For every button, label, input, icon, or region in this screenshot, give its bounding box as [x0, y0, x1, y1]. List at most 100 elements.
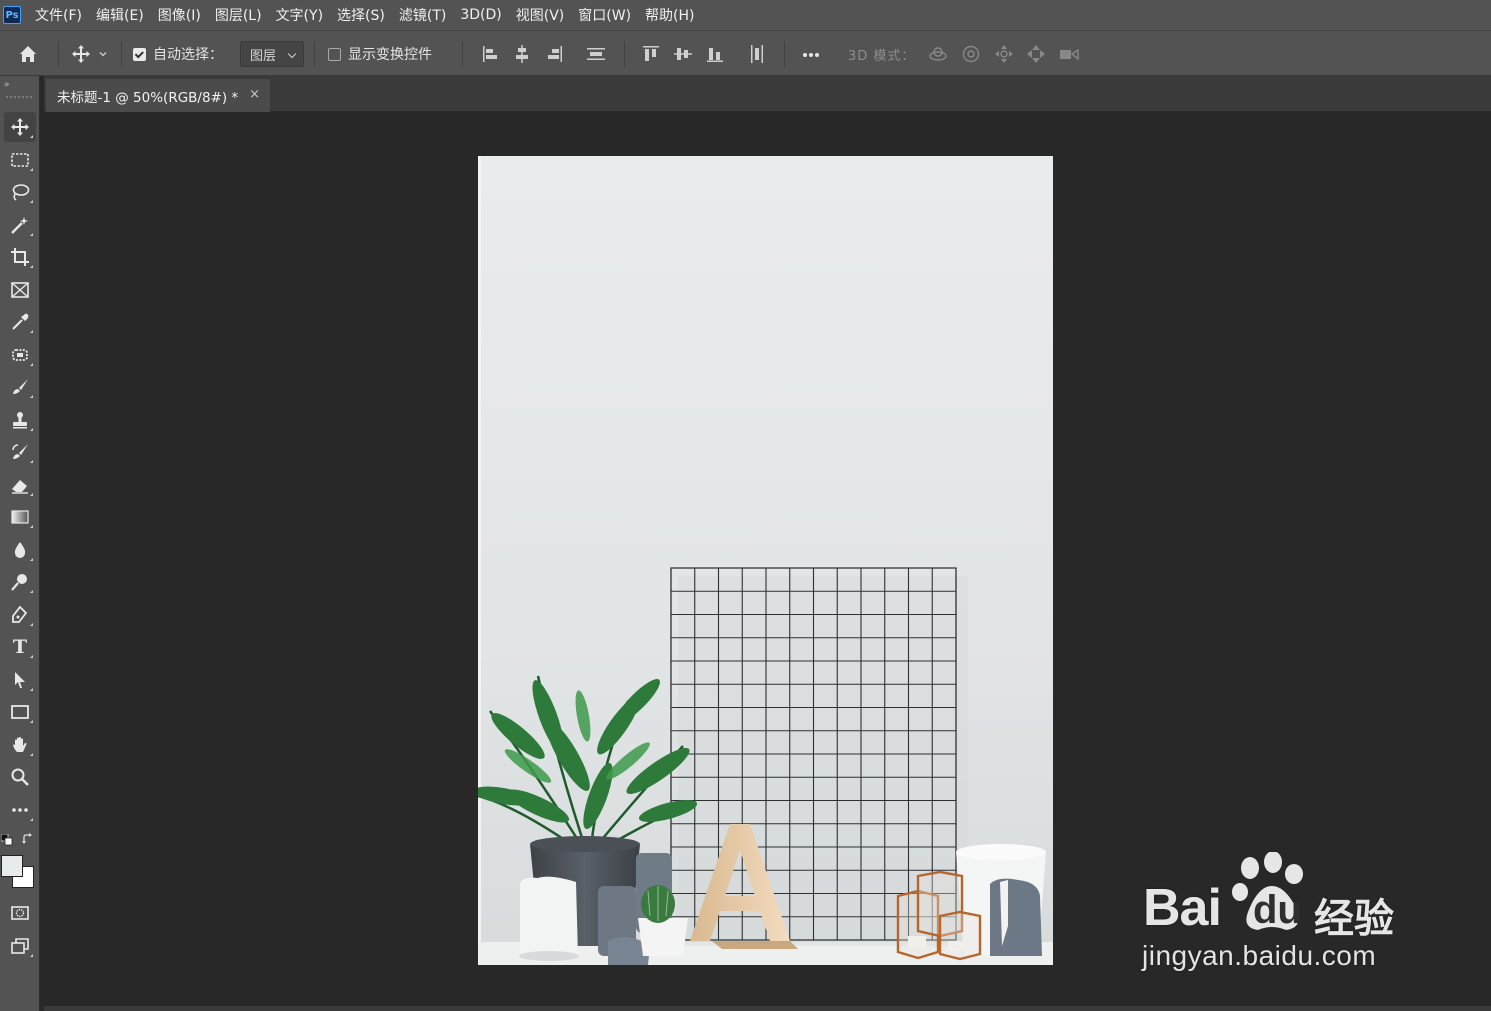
move-icon [72, 45, 90, 63]
3d-orbit-button[interactable] [927, 31, 949, 77]
3d-slide-button[interactable] [1025, 31, 1047, 77]
tool-clone-stamp[interactable] [4, 405, 36, 435]
status-bar [44, 1006, 1491, 1011]
home-button[interactable] [17, 31, 39, 77]
foreground-color-swatch[interactable] [1, 855, 23, 877]
photoshop-logo-icon: Ps [3, 6, 21, 24]
move-tool-preset-button[interactable] [70, 31, 108, 77]
orbit-3d-icon [929, 47, 947, 61]
tool-more[interactable] [4, 795, 36, 825]
eraser-tool-icon [12, 480, 28, 494]
document-tab-title: 未标题-1 @ 50%(RGB/8#) * [57, 89, 239, 106]
swap-colors-icon[interactable] [21, 833, 34, 846]
menu-type[interactable]: 文字(Y) [276, 5, 323, 25]
tool-screen-mode[interactable] [4, 931, 36, 961]
tool-brush[interactable] [4, 372, 36, 402]
healing-brush-tool-icon [12, 349, 28, 361]
menu-image[interactable]: 图像(I) [158, 5, 201, 25]
distribute-horizontal-button[interactable] [746, 31, 768, 77]
tool-eyedropper[interactable] [4, 307, 36, 337]
tool-type[interactable]: T [4, 632, 36, 662]
type-tool-icon: T [12, 636, 28, 658]
tool-rectangle[interactable] [4, 697, 36, 727]
options-bar: 自动选择： 图层 显示变换控件 3D 模式： [0, 30, 1491, 76]
dodge-tool-icon [11, 574, 27, 591]
tool-gradient[interactable] [4, 502, 36, 532]
3d-pan-button[interactable] [993, 31, 1015, 77]
history-brush-tool-icon [12, 444, 28, 459]
align-top-edges-button[interactable] [640, 31, 662, 77]
more-options-button[interactable] [800, 31, 822, 77]
panel-grip[interactable] [6, 96, 32, 98]
tool-blur[interactable] [4, 535, 36, 565]
path-selection-tool-icon [15, 672, 25, 688]
rectangle-tool-icon [11, 705, 29, 719]
chevron-down-icon [99, 52, 107, 57]
blur-tool-icon [14, 542, 26, 558]
home-icon [20, 46, 36, 62]
menu-select[interactable]: 选择(S) [337, 5, 385, 25]
align-vertical-centers-button[interactable] [672, 31, 694, 77]
magic-wand-tool-icon [11, 217, 28, 234]
distribute-vertical-button[interactable] [585, 31, 607, 77]
3d-roll-button[interactable] [960, 31, 982, 77]
hand-tool-icon [13, 737, 27, 752]
menu-3d[interactable]: 3D(D) [460, 7, 501, 23]
auto-select-checkbox[interactable] [133, 47, 146, 61]
show-transform-controls-checkbox[interactable] [328, 47, 341, 61]
watermark-logo-du: du [1253, 888, 1302, 932]
menu-help[interactable]: 帮助(H) [645, 5, 694, 25]
align-horizontal-centers-button[interactable] [511, 31, 533, 77]
align-left-edges-button[interactable] [480, 31, 502, 77]
tool-magic-wand[interactable] [4, 210, 36, 240]
photo-image [478, 156, 1053, 965]
tool-pen[interactable] [4, 600, 36, 630]
tool-frame[interactable] [4, 275, 36, 305]
move-tool-icon [11, 118, 29, 136]
document-tab[interactable]: 未标题-1 @ 50%(RGB/8#) * × [46, 79, 270, 112]
eyedropper-tool-icon [12, 313, 29, 330]
3d-mode-label: 3D 模式： [848, 48, 916, 64]
tool-crop[interactable] [4, 242, 36, 272]
menu-file[interactable]: 文件(F) [35, 5, 82, 25]
tool-zoom[interactable] [4, 762, 36, 792]
3d-scale-button[interactable] [1058, 31, 1080, 77]
document-canvas[interactable] [478, 156, 1053, 965]
watermark-url: jingyan.baidu.com [1142, 940, 1377, 971]
tool-hand[interactable] [4, 730, 36, 760]
marquee-tool-icon [11, 153, 29, 167]
slide-3d-icon [1027, 45, 1045, 63]
close-icon[interactable]: × [249, 87, 260, 102]
tool-dodge[interactable] [4, 567, 36, 597]
menu-layer[interactable]: 图层(L) [215, 5, 262, 25]
menu-window[interactable]: 窗口(W) [578, 5, 631, 25]
distribute-horizontal-icon [751, 45, 763, 63]
align-bottom-icon [707, 48, 723, 62]
align-left-icon [483, 46, 497, 62]
auto-select-target-value: 图层 [250, 48, 277, 64]
menu-bar: Ps 文件(F) 编辑(E) 图像(I) 图层(L) 文字(Y) 选择(S) 滤… [0, 0, 1491, 30]
tool-move[interactable] [4, 112, 36, 142]
tool-history-brush[interactable] [4, 437, 36, 467]
tool-marquee[interactable] [4, 145, 36, 175]
auto-select-label: 自动选择： [153, 47, 223, 63]
auto-select-target-dropdown[interactable]: 图层 [240, 41, 304, 67]
tool-path-selection[interactable] [4, 665, 36, 695]
align-center-v-icon [674, 48, 692, 60]
align-right-edges-button[interactable] [543, 31, 565, 77]
default-colors-icon[interactable] [1, 834, 13, 846]
roll-3d-icon [962, 45, 980, 63]
align-bottom-edges-button[interactable] [704, 31, 726, 77]
tool-lasso[interactable] [4, 177, 36, 207]
quick-mask-icon [11, 906, 29, 920]
zoom-tool-icon [11, 768, 29, 786]
tool-healing-brush[interactable] [4, 340, 36, 370]
watermark-logo-text: Bai [1143, 879, 1222, 937]
tool-eraser[interactable] [4, 470, 36, 500]
menu-view[interactable]: 视图(V) [516, 5, 565, 25]
menu-edit[interactable]: 编辑(E) [96, 5, 144, 25]
menu-filter[interactable]: 滤镜(T) [399, 5, 446, 25]
tools-panel: » T [0, 76, 40, 1011]
tool-quick-mask[interactable] [4, 898, 36, 928]
panel-collapse-icon[interactable]: » [4, 80, 9, 90]
